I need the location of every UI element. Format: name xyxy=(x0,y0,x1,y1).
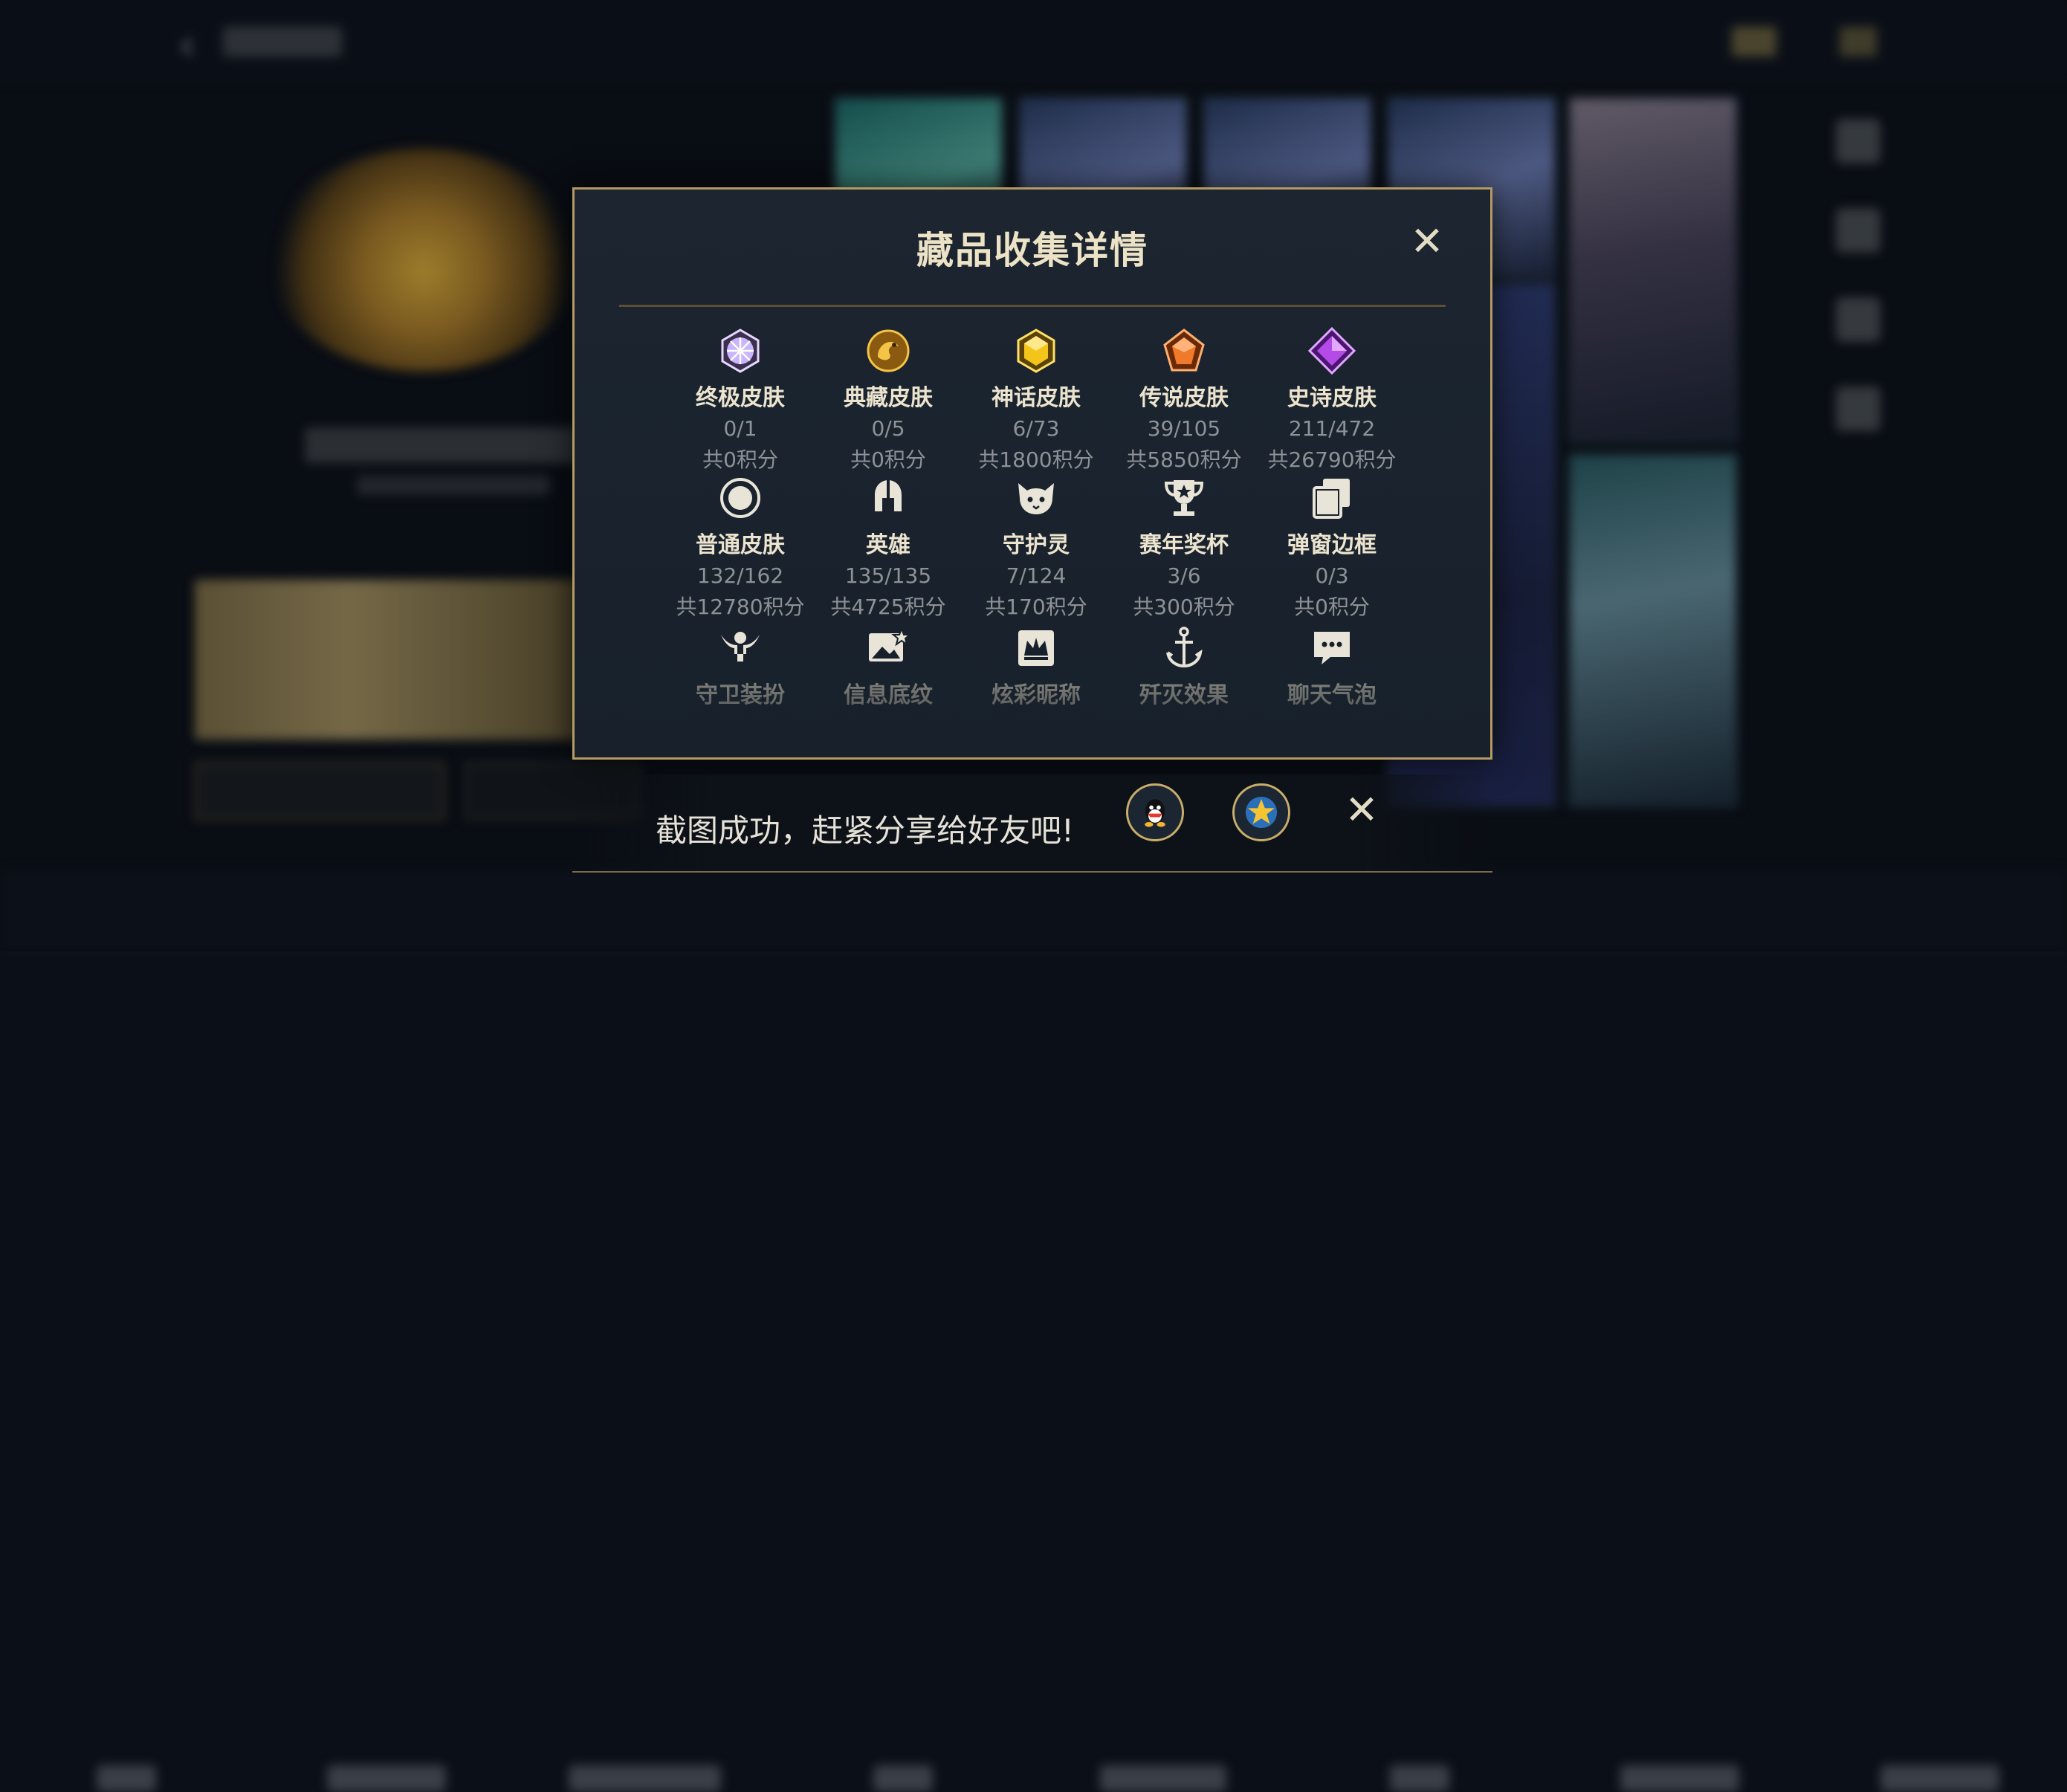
item-count: 0/1 xyxy=(723,416,757,441)
chat-bubble-icon xyxy=(1308,624,1356,672)
item-points: 共0积分 xyxy=(1294,595,1370,619)
toast-message: 截图成功，赶紧分享给好友吧! xyxy=(656,812,1074,849)
collection-item[interactable]: 英雄 135/135 共4725积分 xyxy=(814,474,963,621)
collection-item[interactable]: 赛年奖杯 3/6 共300积分 xyxy=(1110,474,1258,621)
collection-item[interactable]: 终极皮肤 0/1 共0积分 xyxy=(666,327,815,473)
item-points: 共4725积分 xyxy=(830,595,946,619)
item-points: 共26790积分 xyxy=(1267,447,1397,472)
hero-helmet-icon xyxy=(864,474,912,522)
item-count: 39/105 xyxy=(1147,416,1221,441)
colorful-nickname-icon xyxy=(1012,624,1060,672)
item-label: 聊天气泡 xyxy=(1287,682,1377,708)
item-label: 史诗皮肤 xyxy=(1287,385,1377,411)
collection-item[interactable]: 神话皮肤 6/73 共1800积分 xyxy=(962,327,1110,473)
collection-item[interactable]: 典藏皮肤 0/5 共0积分 xyxy=(814,327,963,473)
item-points: 共300积分 xyxy=(1133,595,1235,619)
bottom-nav-item xyxy=(1620,1765,1739,1792)
item-count: 211/472 xyxy=(1288,416,1376,441)
item-points: 共170积分 xyxy=(985,595,1087,619)
collection-item[interactable]: 炫彩昵称 xyxy=(962,624,1110,709)
item-label: 神话皮肤 xyxy=(992,385,1081,411)
kill-effect-icon xyxy=(1160,624,1208,672)
collection-grid: 终极皮肤 0/1 共0积分 典藏皮肤 0/5 共0积分 神话皮肤 6/73 共1… xyxy=(575,327,1490,743)
item-points: 共5850积分 xyxy=(1126,447,1242,472)
guard-outfit-icon xyxy=(717,624,764,672)
item-label: 赛年奖杯 xyxy=(1139,532,1229,558)
collector-skin-icon xyxy=(864,327,912,375)
toast-close-icon[interactable]: ✕ xyxy=(1338,786,1385,834)
bottom-nav-item xyxy=(327,1765,446,1792)
item-points: 共0积分 xyxy=(850,447,926,472)
item-count: 6/73 xyxy=(1012,416,1060,441)
item-count: 7/124 xyxy=(1006,563,1067,588)
item-label: 弹窗边框 xyxy=(1287,532,1377,558)
epic-skin-icon xyxy=(1308,327,1356,375)
item-label: 守护灵 xyxy=(1003,532,1070,558)
collection-item[interactable]: 守护灵 7/124 共170积分 xyxy=(962,474,1110,621)
item-count: 0/3 xyxy=(1315,563,1349,588)
collection-item[interactable]: 信息底纹 xyxy=(814,624,963,709)
item-label: 歼灭效果 xyxy=(1139,682,1229,708)
qq-icon xyxy=(1145,799,1165,827)
item-count: 3/6 xyxy=(1167,563,1201,588)
item-label: 炫彩昵称 xyxy=(992,682,1081,708)
item-label: 传说皮肤 xyxy=(1139,385,1229,411)
favorite-share-button[interactable] xyxy=(1232,783,1290,841)
bottom-nav-item xyxy=(1880,1765,1999,1792)
divider xyxy=(619,305,1446,307)
collection-details-modal: 藏品收集详情 ✕ 终极皮肤 0/1 共0积分 典藏皮肤 0/5 共0积分 神话皮… xyxy=(572,187,1492,760)
item-count: 135/135 xyxy=(844,563,932,588)
common-skin-icon xyxy=(717,474,764,522)
item-points: 共0积分 xyxy=(702,447,778,472)
item-count: 0/5 xyxy=(871,416,905,441)
collection-item[interactable]: 歼灭效果 xyxy=(1110,624,1258,709)
qq-share-button[interactable] xyxy=(1126,783,1184,841)
trophy-icon xyxy=(1160,474,1208,522)
item-label: 普通皮肤 xyxy=(696,532,785,558)
share-toast: 截图成功，赶紧分享给好友吧! ✕ xyxy=(572,774,1492,873)
collection-item[interactable]: 史诗皮肤 211/472 共26790积分 xyxy=(1258,327,1406,473)
popup-frame-icon xyxy=(1308,474,1356,522)
collection-item[interactable]: 普通皮肤 132/162 共12780积分 xyxy=(666,474,815,621)
item-points: 共1800积分 xyxy=(978,447,1094,472)
item-label: 典藏皮肤 xyxy=(844,385,933,411)
item-label: 守卫装扮 xyxy=(696,682,785,708)
collection-item[interactable]: 传说皮肤 39/105 共5850积分 xyxy=(1110,327,1258,473)
item-label: 终极皮肤 xyxy=(696,385,785,411)
modal-title: 藏品收集详情 xyxy=(916,229,1148,272)
mythic-skin-icon xyxy=(1012,327,1060,375)
item-count: 132/162 xyxy=(696,563,784,588)
bottom-nav-item xyxy=(1390,1765,1449,1792)
bottom-nav-item xyxy=(1100,1765,1226,1792)
guardian-spirit-icon xyxy=(1012,474,1060,522)
bottom-nav-item xyxy=(873,1765,933,1792)
item-points: 共12780积分 xyxy=(676,595,805,619)
item-label: 信息底纹 xyxy=(844,682,933,708)
collection-item[interactable]: 聊天气泡 xyxy=(1258,624,1406,709)
favorite-star-icon xyxy=(1245,796,1278,829)
item-label: 英雄 xyxy=(866,532,910,558)
legendary-skin-icon xyxy=(1160,327,1208,375)
bottom-nav-item xyxy=(97,1765,156,1792)
collection-item[interactable]: 弹窗边框 0/3 共0积分 xyxy=(1258,474,1406,621)
collection-item[interactable]: 守卫装扮 xyxy=(666,624,815,709)
ultimate-skin-icon xyxy=(717,327,764,375)
bottom-nav-item xyxy=(569,1765,721,1792)
info-background-icon xyxy=(864,624,912,672)
close-icon[interactable]: ✕ xyxy=(1405,219,1449,264)
